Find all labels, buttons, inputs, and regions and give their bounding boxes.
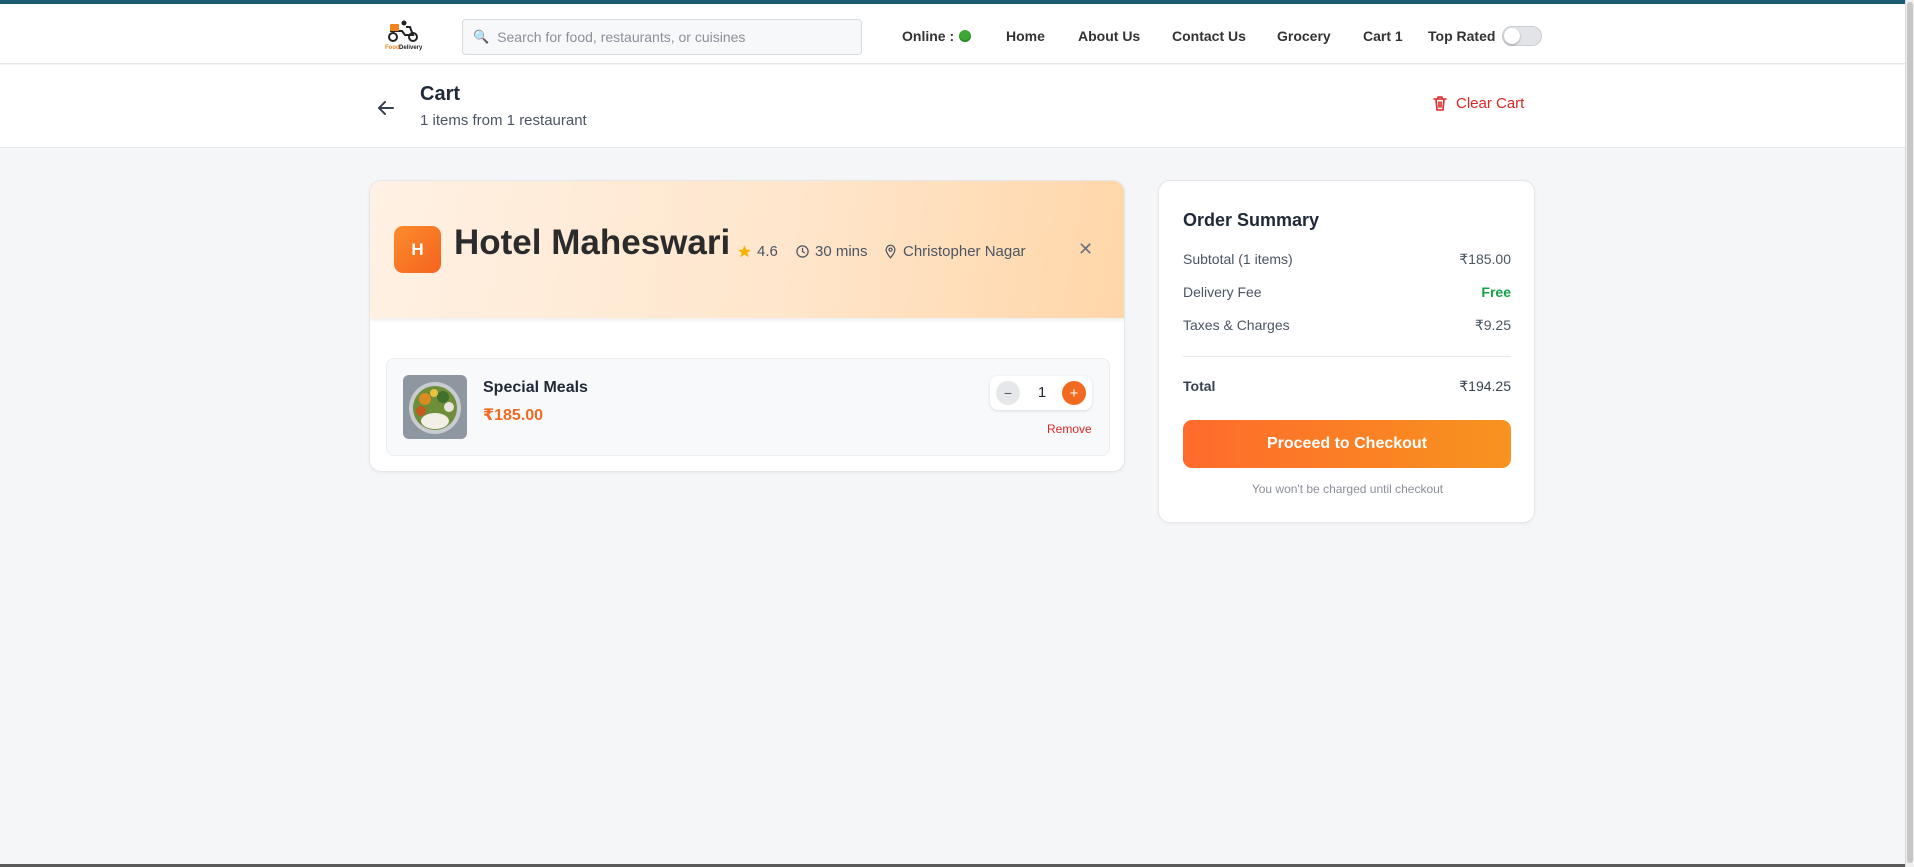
subtotal-label: Subtotal (1 items): [1183, 251, 1293, 267]
star-icon: [738, 245, 751, 258]
restaurant-name: Hotel Maheswari: [454, 223, 731, 262]
subtotal-row: Subtotal (1 items) ₹185.00: [1183, 251, 1511, 268]
top-rated-label: Top Rated: [1428, 28, 1496, 44]
nav-home-link[interactable]: Home: [1006, 4, 1045, 68]
delivery-fee-label: Delivery Fee: [1183, 284, 1262, 300]
location-value: Christopher Nagar: [903, 243, 1026, 260]
nav-about-link[interactable]: About Us: [1078, 4, 1140, 68]
search-input[interactable]: [497, 29, 858, 45]
checkout-note: You won't be charged until checkout: [1251, 482, 1444, 496]
delivery-fee-row: Delivery Fee Free: [1183, 284, 1511, 300]
restaurant-rating: 4.6: [737, 243, 778, 260]
order-summary: Order Summary Subtotal (1 items) ₹185.00…: [1158, 180, 1535, 523]
clock-icon: [796, 245, 809, 258]
taxes-label: Taxes & Charges: [1183, 317, 1290, 333]
summary-divider: [1183, 356, 1511, 357]
online-label: Online :: [902, 28, 955, 44]
minus-icon[interactable]: −: [996, 381, 1020, 405]
top-rated-filter: Top Rated: [1428, 4, 1543, 68]
close-icon[interactable]: ✕: [1078, 239, 1093, 260]
total-row: Total ₹194.25: [1183, 378, 1511, 395]
cart-subtitle: 1 items from 1 restaurant: [420, 112, 587, 129]
restaurant-avatar: H: [394, 226, 441, 273]
food-image: [403, 375, 467, 439]
quantity-stepper: − 1 +: [990, 376, 1092, 410]
taxes-value: ₹9.25: [1474, 317, 1511, 333]
trash-icon: [1433, 96, 1447, 111]
svg-text:Food: Food: [385, 45, 400, 51]
clear-cart-label: Clear Cart: [1456, 95, 1525, 112]
taxes-row: Taxes & Charges ₹9.25: [1183, 317, 1511, 334]
search-icon: 🔍: [473, 29, 490, 44]
cart-item: Special Meals ₹185.00 − 1 + Remove: [386, 358, 1110, 456]
top-rated-toggle[interactable]: [1502, 26, 1543, 46]
toggle-knob: [1504, 28, 1521, 44]
subtotal-value: ₹185.00: [1459, 251, 1511, 267]
item-name: Special Meals: [483, 379, 588, 396]
nav-cart-link[interactable]: Cart 1: [1363, 4, 1403, 68]
total-value: ₹194.25: [1459, 378, 1511, 394]
restaurant-location: Christopher Nagar: [883, 243, 1026, 260]
svg-text:Delivery: Delivery: [399, 45, 423, 51]
logo[interactable]: Food Delivery: [382, 18, 426, 54]
restaurant-delivery-time: 30 mins: [795, 243, 868, 260]
summary-title: Order Summary: [1183, 210, 1320, 230]
page-scrollbar[interactable]: [1905, 0, 1914, 867]
delivery-time-value: 30 mins: [815, 243, 868, 260]
item-price: ₹185.00: [483, 407, 544, 424]
location-pin-icon: [885, 244, 896, 259]
nav-grocery-link[interactable]: Grocery: [1277, 4, 1331, 68]
restaurant-card: H Hotel Maheswari 4.6 30 mins Christophe…: [369, 180, 1125, 472]
remove-item-button[interactable]: Remove: [1047, 422, 1092, 436]
search-bar[interactable]: 🔍: [462, 19, 862, 55]
back-arrow-icon[interactable]: [373, 95, 399, 121]
total-label: Total: [1183, 378, 1216, 394]
plus-icon[interactable]: +: [1062, 381, 1086, 405]
online-status: Online :: [902, 4, 972, 68]
quantity-value: 1: [1037, 384, 1047, 401]
top-nav-bar: Food Delivery 🔍 Online : Home About Us C…: [0, 0, 1914, 64]
proceed-to-checkout-button[interactable]: Proceed to Checkout: [1183, 420, 1511, 468]
rating-value: 4.6: [757, 243, 778, 260]
page-title: Cart: [420, 83, 461, 105]
restaurant-header: H Hotel Maheswari 4.6 30 mins Christophe…: [370, 181, 1124, 318]
nav-contact-link[interactable]: Contact Us: [1172, 4, 1246, 68]
online-status-icon: [959, 30, 972, 42]
delivery-fee-value: Free: [1481, 284, 1511, 300]
cart-header: Cart 1 items from 1 restaurant Clear Car…: [0, 65, 1914, 148]
scrollbar-thumb[interactable]: [1907, 2, 1913, 863]
clear-cart-button[interactable]: Clear Cart: [1432, 95, 1524, 112]
